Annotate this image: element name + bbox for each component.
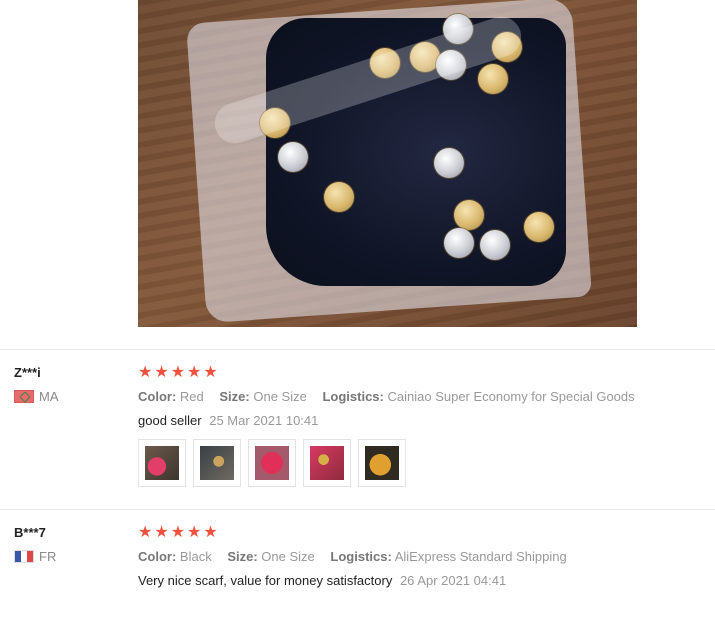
size-value: One Size: [261, 549, 315, 564]
review-photos: [138, 439, 406, 487]
reviewer-country: FR: [14, 549, 56, 564]
size-value: One Size: [253, 389, 307, 404]
color-value: Red: [179, 389, 204, 404]
color-label: Color:: [138, 389, 177, 404]
review-content: Very nice scarf, value for money satisfa…: [138, 573, 506, 588]
color-value: Black: [179, 549, 212, 564]
coin: [324, 182, 354, 212]
star-icon: ★: [187, 364, 202, 381]
order-attributes: Color: Black Size: One Size Logistics: A…: [138, 549, 579, 564]
logistics-value: Cainiao Super Economy for Special Goods: [387, 389, 635, 404]
review-photo-thumbnail[interactable]: [193, 439, 241, 487]
thumbnail-image: [255, 446, 289, 480]
star-icon: ★: [170, 364, 186, 381]
star-icon: ★: [170, 524, 186, 541]
star-rating: ★ ★ ★ ★ ★: [138, 365, 218, 381]
reviewer-name: Z***i: [14, 365, 41, 380]
size-label: Size:: [227, 549, 258, 564]
star-rating: ★ ★ ★ ★ ★: [138, 525, 218, 541]
star-icon: ★: [138, 364, 153, 381]
thumbnail-image: [365, 446, 399, 480]
review-photo-thumbnail[interactable]: [358, 439, 406, 487]
review-content: good seller 25 Mar 2021 10:41: [138, 413, 318, 428]
review-text: Very nice scarf, value for money satisfa…: [138, 573, 393, 588]
coin: [278, 142, 308, 172]
coin: [478, 64, 508, 94]
review-text: good seller: [138, 413, 202, 428]
order-attributes: Color: Red Size: One Size Logistics: Cai…: [138, 389, 647, 404]
coin: [480, 230, 510, 260]
coin: [434, 148, 464, 178]
coin: [444, 228, 474, 258]
divider: [0, 509, 715, 510]
coin: [524, 212, 554, 242]
review-photo-thumbnail[interactable]: [303, 439, 351, 487]
review-date: 26 Apr 2021 04:41: [399, 573, 507, 588]
coin: [454, 200, 484, 230]
color-label: Color:: [138, 549, 177, 564]
country-code: FR: [39, 549, 57, 564]
flag-icon: [14, 550, 34, 563]
country-code: MA: [39, 389, 59, 404]
reviewer-name: B***7: [14, 525, 46, 540]
thumbnail-image: [145, 446, 179, 480]
star-icon: ★: [203, 524, 218, 541]
thumbnail-image: [200, 446, 234, 480]
logistics-value: AliExpress Standard Shipping: [394, 549, 567, 564]
star-icon: ★: [138, 524, 153, 541]
star-icon: ★: [187, 524, 202, 541]
divider: [0, 349, 715, 350]
flag-icon: [14, 390, 34, 403]
review-date: 25 Mar 2021 10:41: [209, 413, 319, 428]
review-photo-thumbnail[interactable]: [248, 439, 296, 487]
star-icon: ★: [203, 364, 218, 381]
review-photo-thumbnail[interactable]: [138, 439, 186, 487]
review-photo-large[interactable]: [138, 0, 637, 327]
logistics-label: Logistics:: [330, 549, 392, 564]
size-label: Size:: [219, 389, 250, 404]
star-icon: ★: [154, 524, 169, 541]
thumbnail-image: [310, 446, 344, 480]
star-icon: ★: [154, 364, 169, 381]
reviewer-country: MA: [14, 389, 59, 404]
logistics-label: Logistics:: [322, 389, 384, 404]
